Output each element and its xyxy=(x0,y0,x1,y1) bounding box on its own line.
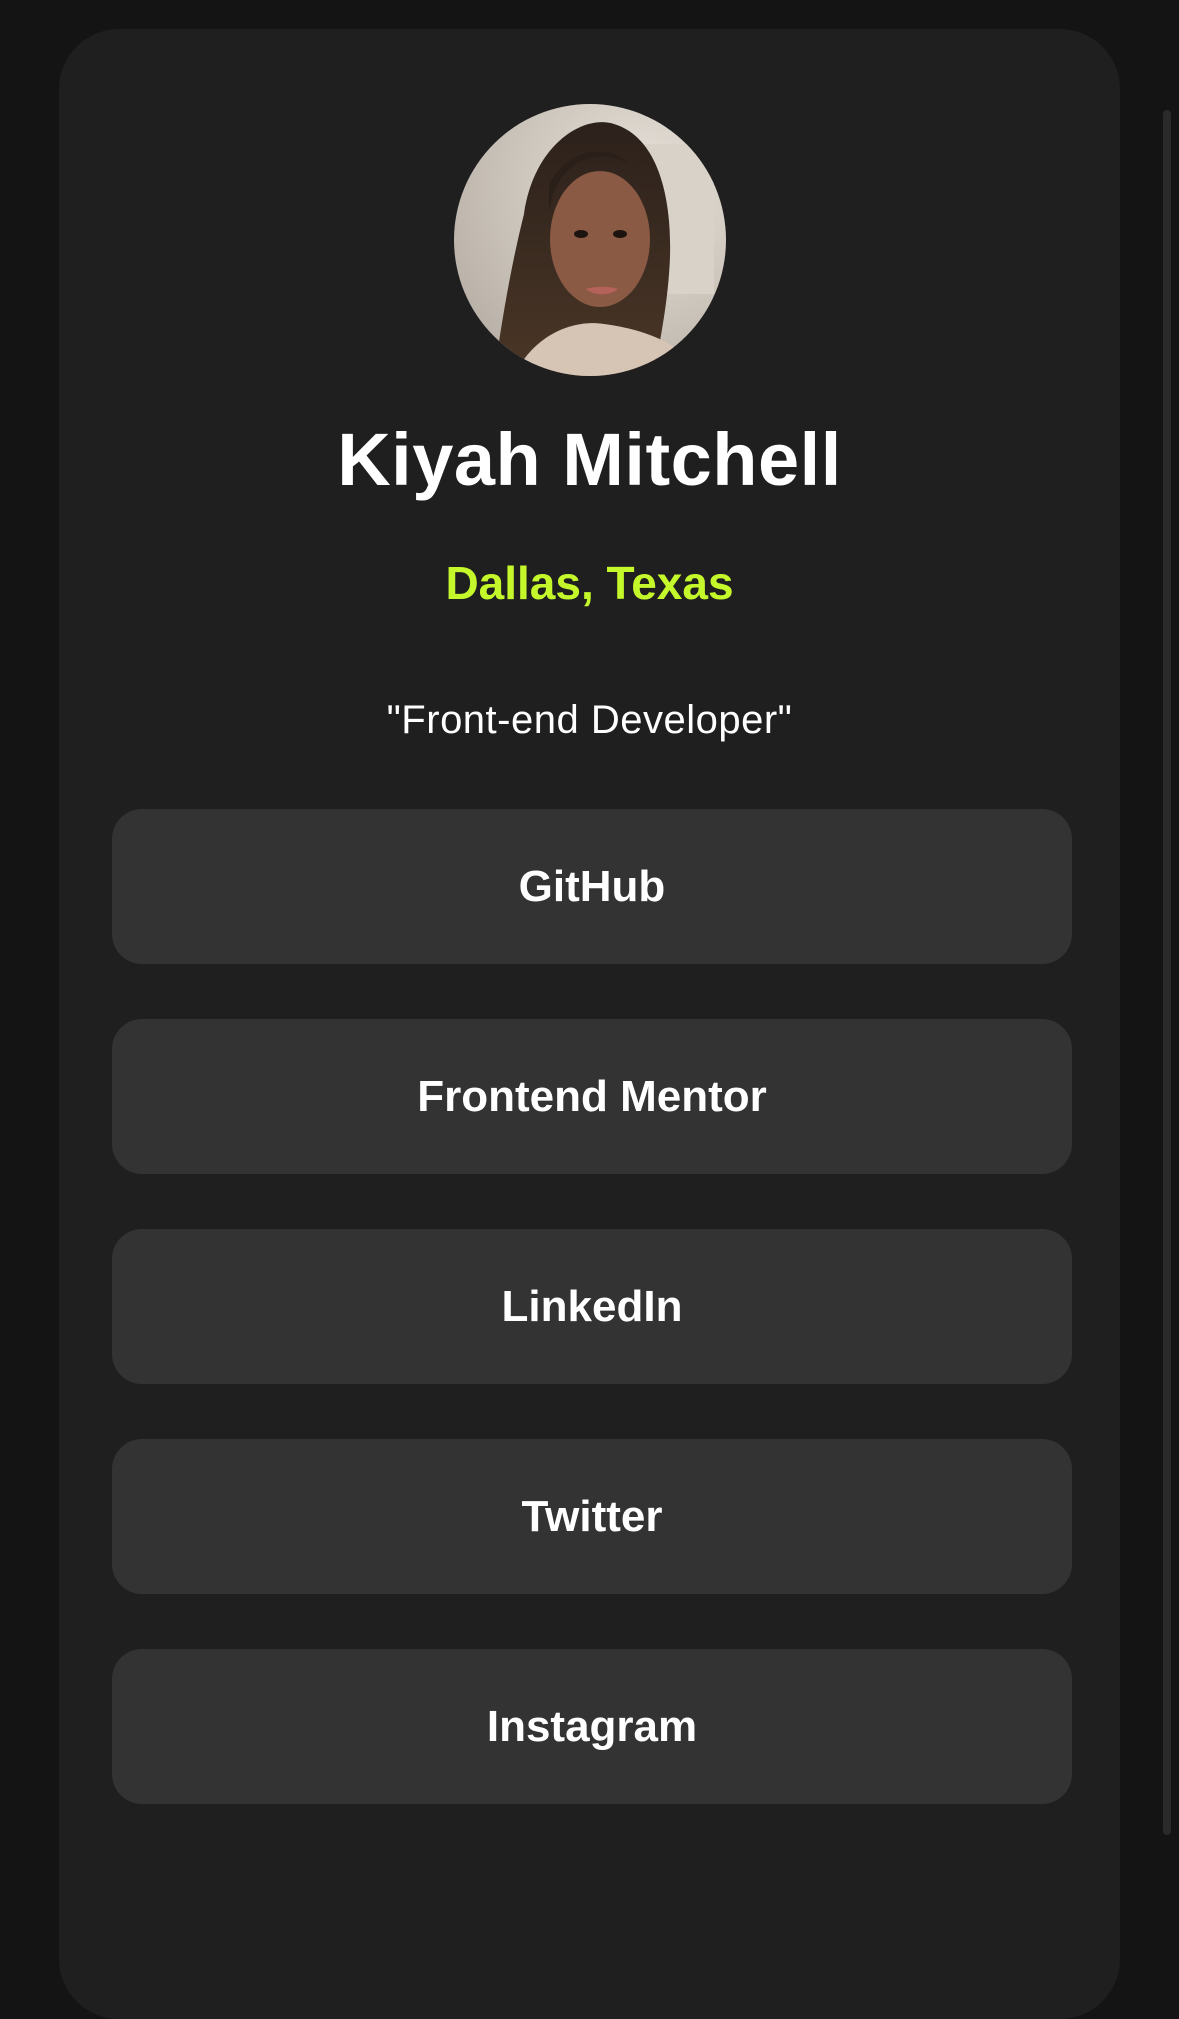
avatar-photo xyxy=(454,104,726,376)
profile-location: Dallas, Texas xyxy=(445,557,734,609)
profile-tagline: "Front-end Developer" xyxy=(386,698,793,742)
profile-name: Kiyah Mitchell xyxy=(337,418,842,501)
social-links-list: GitHub Frontend Mentor LinkedIn Twitter … xyxy=(112,809,1072,1859)
link-button-instagram[interactable]: Instagram xyxy=(112,1649,1072,1804)
profile-card: Kiyah Mitchell Dallas, Texas "Front-end … xyxy=(59,29,1120,2019)
link-button-linkedin[interactable]: LinkedIn xyxy=(112,1229,1072,1384)
scrollbar[interactable] xyxy=(1163,110,1171,1835)
link-button-github[interactable]: GitHub xyxy=(112,809,1072,964)
avatar xyxy=(454,104,726,376)
link-button-frontend-mentor[interactable]: Frontend Mentor xyxy=(112,1019,1072,1174)
link-button-twitter[interactable]: Twitter xyxy=(112,1439,1072,1594)
